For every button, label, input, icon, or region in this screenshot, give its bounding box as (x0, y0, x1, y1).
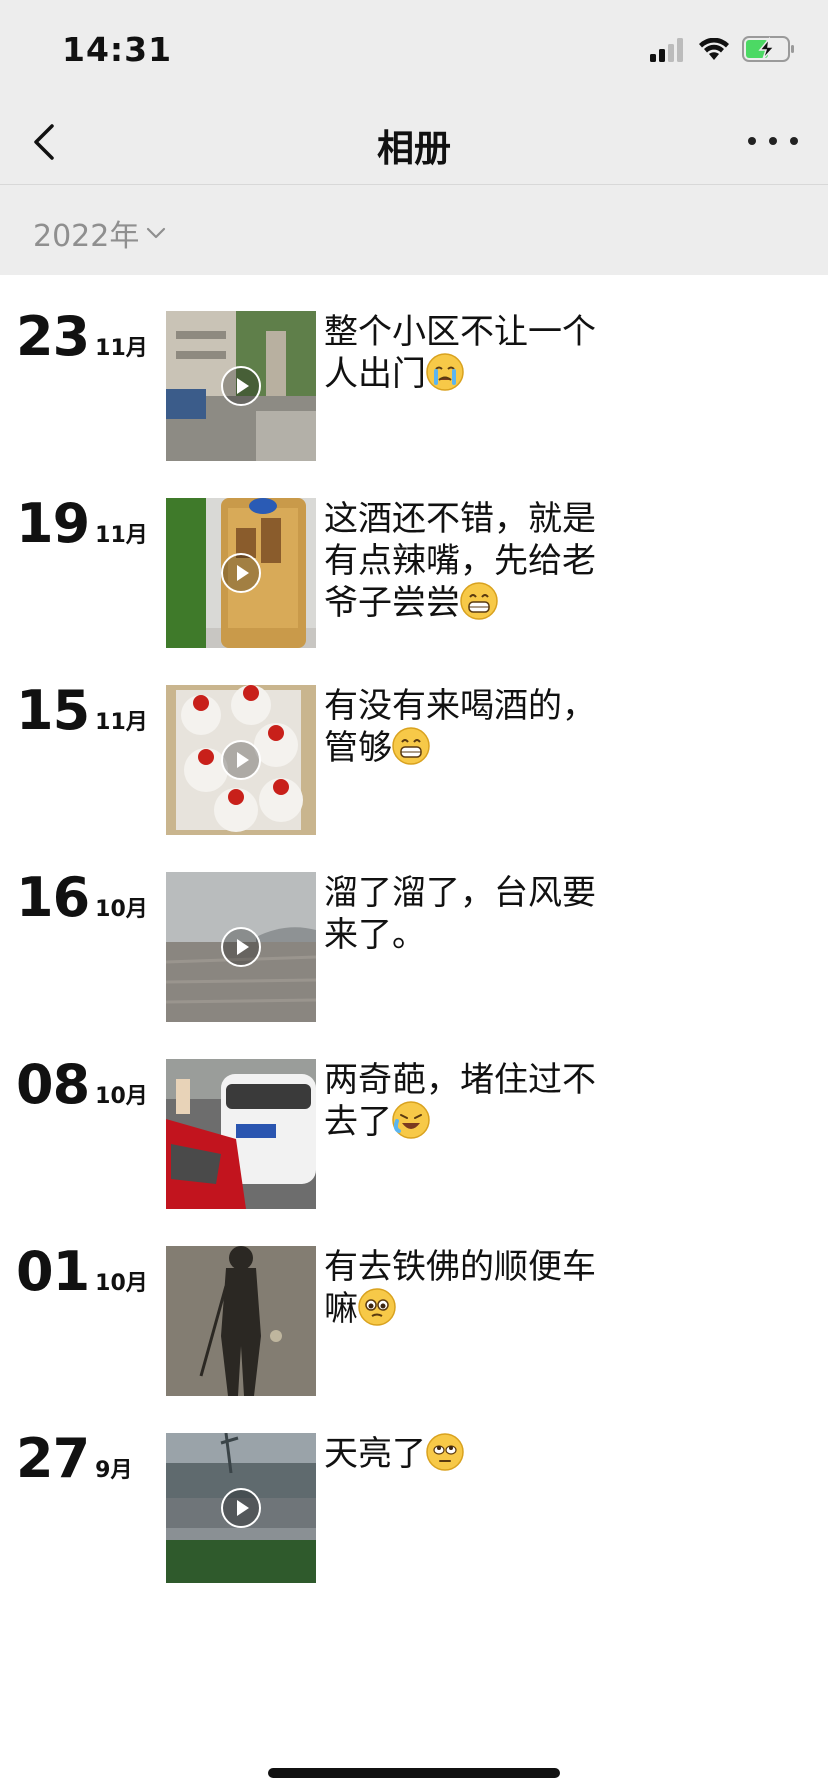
home-indicator[interactable] (268, 1768, 560, 1778)
year-dropdown[interactable]: 2022年 (33, 211, 167, 255)
video-thumbnail[interactable] (166, 498, 316, 648)
year-label: 2022年 (33, 219, 140, 254)
entry-month: 11月 (95, 336, 148, 361)
entry-caption: 有去铁佛的顺便车嘛 (324, 1247, 596, 1329)
laughing-crying-emoji-icon (392, 1101, 430, 1139)
page-title: 相册 (377, 127, 451, 170)
entry-date: 27 9月 (16, 1427, 132, 1490)
more-dot-icon (748, 137, 756, 145)
entry-caption: 整个小区不让一个人出门 (324, 312, 596, 394)
album-entry[interactable]: 27 9月 天亮了 (0, 1397, 828, 1611)
year-filter-bar: 2022年 (0, 185, 828, 275)
entry-day: 16 (16, 866, 90, 929)
photo-thumbnail[interactable] (166, 1059, 316, 1209)
entry-date: 01 10月 (16, 1240, 148, 1303)
grinning-face-emoji-icon (460, 582, 498, 620)
grinning-face-emoji-icon (392, 727, 430, 765)
entry-month: 9月 (95, 1458, 133, 1483)
status-bar: 14:31 (0, 0, 828, 100)
entry-date: 23 11月 (16, 305, 148, 368)
entry-caption: 天亮了 (324, 1433, 624, 1475)
wifi-icon (699, 38, 729, 60)
entry-month: 11月 (95, 523, 148, 548)
album-entry[interactable]: 16 10月 溜了溜了，台风要来了。 (0, 836, 828, 1050)
nav-bar: 相册 (0, 100, 828, 185)
pleading-face-emoji-icon (358, 1288, 396, 1326)
play-icon (221, 1488, 261, 1528)
album-entry[interactable]: 15 11月 有没有来喝酒的，管够 (0, 649, 828, 863)
status-icons (650, 34, 796, 62)
album-entry[interactable]: 19 11月 这酒还不错，就是有点辣嘴，先给老爷子尝尝 (0, 462, 828, 676)
photo-thumbnail[interactable] (166, 1246, 316, 1396)
album-entry[interactable]: 23 11月 整个小区不让一个人出门 (0, 275, 828, 489)
entry-month: 11月 (95, 710, 148, 735)
more-dot-icon (790, 137, 798, 145)
cellular-signal-icon (650, 38, 683, 62)
play-icon (221, 366, 261, 406)
entry-date: 19 11月 (16, 492, 148, 555)
status-time: 14:31 (62, 30, 173, 69)
entry-day: 08 (16, 1053, 90, 1116)
album-entry[interactable]: 08 10月 两奇葩，堵住过不去了 (0, 1023, 828, 1237)
entry-caption: 有没有来喝酒的，管够 (324, 686, 596, 768)
entry-date: 16 10月 (16, 866, 148, 929)
entry-day: 23 (16, 305, 90, 368)
entry-month: 10月 (95, 897, 148, 922)
play-icon (221, 927, 261, 967)
entry-date: 08 10月 (16, 1053, 148, 1116)
chevron-down-icon (147, 227, 166, 239)
entry-day: 01 (16, 1240, 90, 1303)
video-thumbnail[interactable] (166, 311, 316, 461)
video-thumbnail[interactable] (166, 685, 316, 835)
more-button[interactable] (748, 130, 798, 152)
entry-month: 10月 (95, 1271, 148, 1296)
entry-day: 19 (16, 492, 90, 555)
entry-day: 27 (16, 1427, 90, 1490)
rolling-eyes-emoji-icon (426, 1433, 464, 1471)
play-icon (221, 740, 261, 780)
crying-face-emoji-icon (426, 353, 464, 391)
album-entry[interactable]: 01 10月 有去铁佛的顺便车嘛 (0, 1210, 828, 1424)
video-thumbnail[interactable] (166, 1433, 316, 1583)
entry-date: 15 11月 (16, 679, 148, 742)
battery-charging-icon (742, 36, 794, 62)
entry-day: 15 (16, 679, 90, 742)
more-dot-icon (769, 137, 777, 145)
entry-caption: 这酒还不错，就是有点辣嘴，先给老爷子尝尝 (324, 499, 596, 623)
entry-caption: 两奇葩，堵住过不去了 (324, 1060, 596, 1142)
entry-month: 10月 (95, 1084, 148, 1109)
entry-caption: 溜了溜了，台风要来了。 (324, 873, 596, 955)
video-thumbnail[interactable] (166, 872, 316, 1022)
play-icon (221, 553, 261, 593)
